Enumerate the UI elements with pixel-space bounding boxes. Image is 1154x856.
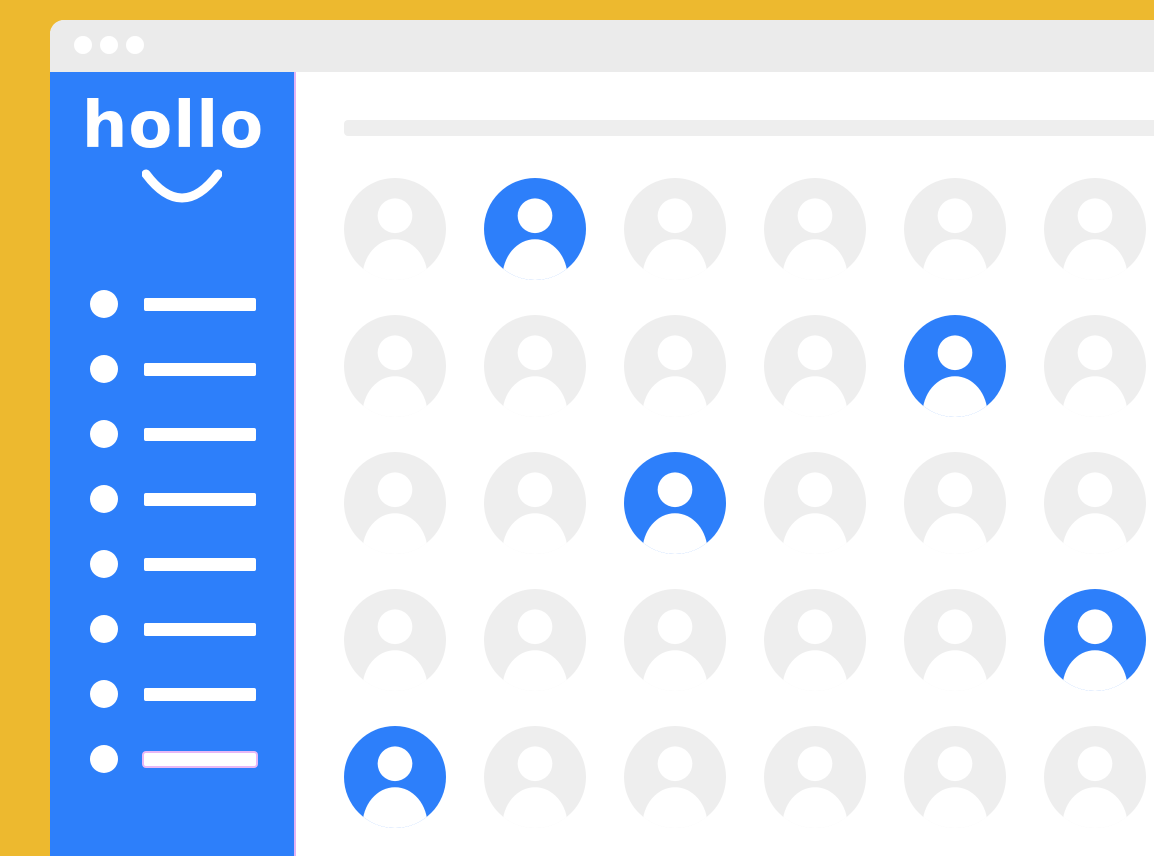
- window-dot-1[interactable]: [74, 36, 92, 54]
- user-avatar-icon[interactable]: [344, 589, 446, 691]
- user-avatar-icon[interactable]: [624, 178, 726, 280]
- user-avatar-icon[interactable]: [1044, 178, 1146, 280]
- sidebar-menu-item-7[interactable]: [90, 680, 266, 710]
- sidebar-menu-item-1[interactable]: [90, 290, 266, 320]
- user-avatar-icon[interactable]: [1044, 726, 1146, 828]
- menu-label-placeholder: [144, 753, 256, 766]
- menu-label-placeholder: [144, 493, 256, 506]
- user-avatar-icon[interactable]: [904, 452, 1006, 554]
- menu-label-placeholder: [144, 428, 256, 441]
- user-avatar-icon-highlighted[interactable]: [344, 726, 446, 828]
- user-avatar-icon[interactable]: [484, 452, 586, 554]
- user-avatar-icon[interactable]: [764, 178, 866, 280]
- sidebar-menu-item-6[interactable]: [90, 615, 266, 645]
- user-avatar-icon[interactable]: [344, 452, 446, 554]
- main-content: [296, 72, 1154, 856]
- menu-label-placeholder: [144, 623, 256, 636]
- menu-bullet: [90, 420, 118, 448]
- app-window: hollo: [50, 20, 1154, 856]
- user-avatar-icon[interactable]: [764, 315, 866, 417]
- user-avatar-icon[interactable]: [624, 726, 726, 828]
- user-avatar-icon[interactable]: [624, 315, 726, 417]
- sidebar-menu-item-4[interactable]: [90, 485, 266, 515]
- user-avatar-icon[interactable]: [484, 726, 586, 828]
- menu-bullet: [90, 615, 118, 643]
- menu-bullet: [90, 745, 118, 773]
- sidebar-menu-item-8[interactable]: [90, 745, 266, 775]
- user-avatar-icon-highlighted[interactable]: [1044, 589, 1146, 691]
- menu-label-placeholder: [144, 558, 256, 571]
- sidebar-menu-item-3[interactable]: [90, 420, 266, 450]
- menu-label-placeholder: [144, 688, 256, 701]
- user-avatar-icon[interactable]: [484, 589, 586, 691]
- menu-label-placeholder: [144, 363, 256, 376]
- user-avatar-icon[interactable]: [1044, 315, 1146, 417]
- menu-label-placeholder: [144, 298, 256, 311]
- menu-bullet: [90, 550, 118, 578]
- user-avatar-icon[interactable]: [904, 589, 1006, 691]
- user-avatar-icon[interactable]: [624, 589, 726, 691]
- sidebar: hollo: [50, 72, 296, 856]
- user-avatar-icon-highlighted[interactable]: [904, 315, 1006, 417]
- app-logo[interactable]: hollo: [62, 94, 284, 158]
- user-avatar-icon-highlighted[interactable]: [624, 452, 726, 554]
- sidebar-menu-item-2[interactable]: [90, 355, 266, 385]
- user-avatar-icon[interactable]: [764, 589, 866, 691]
- smile-icon: [142, 169, 222, 203]
- window-dot-2[interactable]: [100, 36, 118, 54]
- menu-bullet: [90, 680, 118, 708]
- window-dot-3[interactable]: [126, 36, 144, 54]
- menu-bullet: [90, 485, 118, 513]
- user-avatar-icon[interactable]: [344, 315, 446, 417]
- user-avatar-icon[interactable]: [344, 178, 446, 280]
- header-placeholder-bar: [344, 120, 1154, 136]
- user-avatar-icon[interactable]: [1044, 452, 1146, 554]
- menu-bullet: [90, 355, 118, 383]
- window-titlebar: [50, 20, 1154, 72]
- user-avatar-icon[interactable]: [904, 178, 1006, 280]
- user-avatar-icon[interactable]: [484, 315, 586, 417]
- user-avatar-icon-highlighted[interactable]: [484, 178, 586, 280]
- user-avatar-icon[interactable]: [764, 726, 866, 828]
- menu-bullet: [90, 290, 118, 318]
- sidebar-menu-item-5[interactable]: [90, 550, 266, 580]
- user-avatar-icon[interactable]: [764, 452, 866, 554]
- user-avatar-icon[interactable]: [904, 726, 1006, 828]
